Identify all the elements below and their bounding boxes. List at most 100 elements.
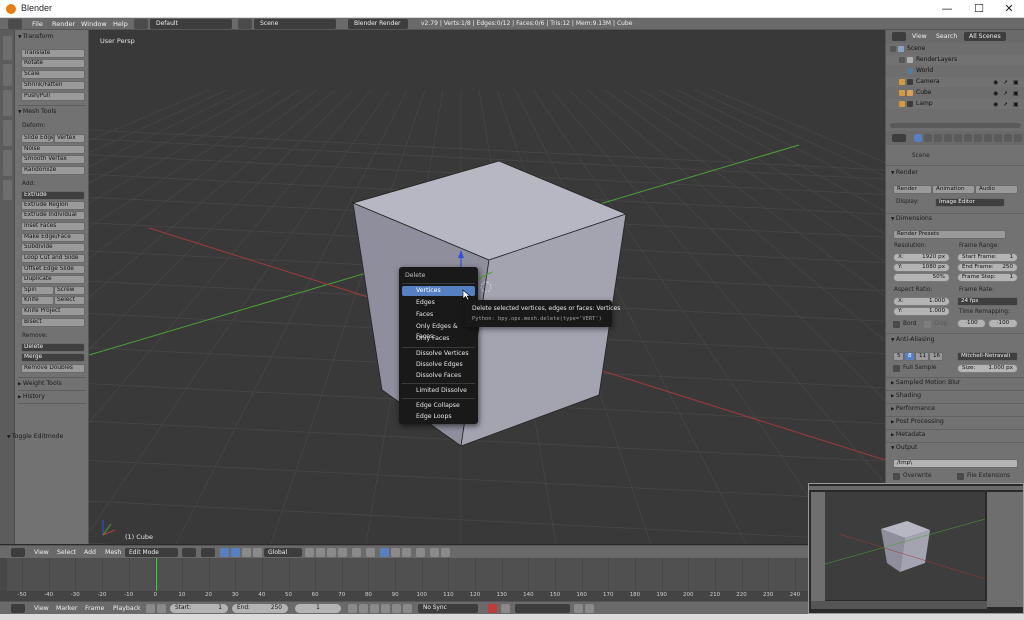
layer-icon[interactable]: [327, 548, 336, 557]
snap-target-icon[interactable]: [430, 548, 439, 557]
next-keyframe-icon[interactable]: [392, 604, 401, 613]
tl-menu-playback[interactable]: Playback: [113, 604, 141, 613]
keying-icon[interactable]: [501, 604, 510, 613]
tab-physics[interactable]: [3, 180, 12, 200]
current-frame-field[interactable]: 1: [295, 604, 341, 613]
occlude-geometry-icon[interactable]: [416, 548, 425, 557]
close-button[interactable]: ✕: [994, 0, 1024, 18]
jump-start-icon[interactable]: [348, 604, 357, 613]
lock-range-icon[interactable]: [157, 604, 166, 613]
randomize-button[interactable]: Randomize: [21, 166, 85, 175]
menu-add[interactable]: Add: [84, 548, 96, 557]
extrude-menu[interactable]: Extrude: [21, 191, 85, 200]
menu-mesh[interactable]: Mesh: [105, 548, 121, 557]
time-remap-new-field[interactable]: ·100: [988, 319, 1018, 328]
visibility-eye-icon[interactable]: ◉: [993, 89, 998, 99]
visibility-eye-icon[interactable]: ◉: [993, 78, 998, 88]
audio-button[interactable]: Audio: [975, 185, 1018, 194]
menu-item-dissolve-vertices[interactable]: Dissolve Vertices: [402, 349, 475, 359]
noise-button[interactable]: Noise: [21, 145, 85, 154]
outliner-tab-all-scenes[interactable]: All Scenes: [964, 32, 1006, 41]
material-context-icon[interactable]: [994, 134, 1002, 142]
menu-item-edge-loops[interactable]: Edge Loops: [402, 412, 475, 422]
render-context-icon[interactable]: [914, 134, 922, 142]
scale-manipulator-icon[interactable]: [253, 548, 262, 557]
translate-button[interactable]: Translate: [21, 49, 85, 58]
selectability-arrow-icon[interactable]: ➚: [1003, 78, 1008, 88]
translate-manipulator-icon[interactable]: [231, 548, 240, 557]
menu-item-limited-dissolve[interactable]: Limited Dissolve: [402, 386, 475, 396]
timeline-editor[interactable]: -50 -40 -30 -20 -10 0 10 20 30 40 50 60 70 80 90 100 110…: [0, 558, 827, 601]
preview-range-icon[interactable]: [146, 604, 155, 613]
layer-icon[interactable]: [338, 548, 347, 557]
panel-render-header[interactable]: Render: [891, 168, 918, 178]
insert-keyframe-icon[interactable]: [574, 604, 583, 613]
menu-help[interactable]: Help: [113, 19, 128, 29]
mode-selector[interactable]: Edit Mode: [125, 548, 178, 557]
aa-sample-5-button[interactable]: 5: [893, 352, 904, 361]
texture-context-icon[interactable]: [1004, 134, 1012, 142]
bisect-button[interactable]: Bisect: [21, 318, 85, 327]
extrude-region-button[interactable]: Extrude Region: [21, 201, 85, 210]
panel-performance-header[interactable]: Performance: [891, 404, 935, 414]
aa-sample-16-button[interactable]: 16: [929, 352, 943, 361]
make-edge-face-button[interactable]: Make Edge/Face: [21, 233, 85, 242]
panel-history-header[interactable]: History: [18, 392, 45, 401]
prev-keyframe-icon[interactable]: [359, 604, 368, 613]
play-icon[interactable]: [381, 604, 390, 613]
render-camera-icon[interactable]: ▣: [1013, 100, 1019, 110]
aa-filter-selector[interactable]: Mitchell-Netravali: [957, 352, 1018, 361]
full-sample-checkbox[interactable]: [893, 365, 900, 372]
manipulator-toggle-icon[interactable]: [220, 548, 229, 557]
object-context-icon[interactable]: [954, 134, 962, 142]
display-selector[interactable]: Image Editor: [935, 198, 1005, 207]
inset-faces-button[interactable]: Inset Faces: [21, 222, 85, 231]
slide-edge-button[interactable]: Slide Edge: [21, 134, 54, 143]
transform-orientation-selector[interactable]: Global: [264, 548, 302, 557]
minimize-button[interactable]: —: [932, 0, 962, 18]
delete-menu-button[interactable]: Delete: [21, 343, 85, 352]
panel-anti-aliasing-header[interactable]: Anti-Aliasing: [891, 335, 935, 345]
layout-icon[interactable]: [134, 19, 148, 29]
menu-item-dissolve-edges[interactable]: Dissolve Edges: [402, 360, 475, 370]
menu-view[interactable]: View: [34, 548, 49, 557]
scene-selector[interactable]: Scene: [254, 19, 336, 29]
toggle-editmode-panel[interactable]: Toggle Editmode: [7, 432, 63, 441]
record-keyframes-icon[interactable]: [488, 604, 497, 613]
panel-metadata-header[interactable]: Metadata: [891, 430, 925, 440]
tab-create[interactable]: [3, 64, 12, 86]
layer-icon[interactable]: [316, 548, 325, 557]
panel-motion-blur-header[interactable]: Sampled Motion Blur: [891, 378, 960, 388]
delete-keyframe-icon[interactable]: [585, 604, 594, 613]
end-frame-field[interactable]: End: 250: [232, 604, 288, 613]
frame-rate-selector[interactable]: 24 fps: [957, 297, 1018, 306]
resolution-percentage-field[interactable]: 50%: [893, 273, 950, 282]
physics-context-icon[interactable]: [1014, 134, 1022, 142]
aa-sample-8-button[interactable]: 8: [904, 352, 915, 361]
remove-doubles-button[interactable]: Remove Doubles: [21, 364, 85, 373]
editor-type-icon[interactable]: [11, 604, 25, 613]
shrink-fatten-button[interactable]: Shrink/Fatten: [21, 81, 85, 90]
duplicate-button[interactable]: Duplicate: [21, 275, 85, 284]
menu-item-edge-collapse[interactable]: Edge Collapse: [402, 401, 475, 411]
knife-button[interactable]: Knife: [21, 296, 54, 305]
frame-step-field[interactable]: Frame Step: 1: [957, 273, 1018, 282]
panel-post-processing-header[interactable]: Post Processing: [891, 417, 944, 427]
editor-type-icon[interactable]: [892, 134, 906, 142]
vertex-slide-button[interactable]: Vertex: [54, 134, 85, 143]
panel-shading-header[interactable]: Shading: [891, 391, 921, 401]
render-button[interactable]: Render: [893, 185, 932, 194]
outliner-scrollbar[interactable]: [890, 123, 1021, 128]
outliner-row-renderlayers[interactable]: RenderLayers: [886, 55, 1024, 65]
menu-item-dissolve-faces[interactable]: Dissolve Faces: [402, 371, 475, 381]
menu-item-only-faces[interactable]: Only Faces: [402, 334, 475, 344]
subdivide-button[interactable]: Subdivide: [21, 243, 85, 252]
tab-grease-pencil[interactable]: [3, 150, 12, 176]
render-camera-icon[interactable]: ▣: [1013, 78, 1019, 88]
resolution-x-field[interactable]: X: 1920 px: [893, 253, 950, 262]
end-frame-field[interactable]: End Frame: 250: [957, 263, 1018, 272]
scale-button[interactable]: Scale: [21, 70, 85, 79]
render-engine-selector[interactable]: Blender Render: [348, 19, 408, 29]
edge-select-mode-icon[interactable]: [391, 548, 400, 557]
start-frame-field[interactable]: Start: 1: [170, 604, 228, 613]
